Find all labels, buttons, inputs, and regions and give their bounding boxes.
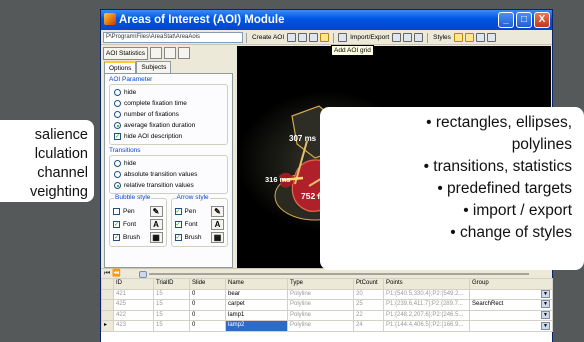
copy-icon[interactable] <box>164 47 177 59</box>
bubble-style-group: Bubble style Pen ✎ ✓ Font A ✓ Brush ▦ <box>109 194 167 247</box>
save-icon[interactable] <box>178 47 191 59</box>
fixation-label: 307 ms <box>289 134 317 143</box>
bubble-font-button[interactable]: A <box>149 219 163 230</box>
column-header[interactable]: Group <box>469 278 553 290</box>
tooltip: Add AOI grid <box>331 45 374 56</box>
font-style-icon[interactable] <box>475 33 485 42</box>
callout-line: • change of styles <box>450 224 572 241</box>
tab-subjects[interactable]: Subjects <box>136 61 172 73</box>
left-callout: salience lculation channel veighting <box>0 120 94 202</box>
close-button[interactable]: X <box>534 12 550 28</box>
column-header[interactable]: TrialID <box>153 278 190 290</box>
table-row[interactable]: 422 15 0 lamp1 Polyline 22 P1:{248.2,207… <box>101 309 553 321</box>
transitions-group: hide absolute transition values relative… <box>109 155 228 194</box>
radio-average-fixation-duration[interactable]: average fixation duration <box>114 120 223 131</box>
column-header[interactable]: ID <box>113 278 154 290</box>
left-callout-line: salience <box>34 127 88 143</box>
callout-line: • import / export <box>463 202 572 219</box>
left-callout-line: veighting <box>29 184 88 200</box>
pen-icon[interactable] <box>392 33 402 42</box>
column-header[interactable]: Type <box>287 278 354 290</box>
group-title: Bubble style <box>114 194 152 201</box>
bubble-pen-button[interactable]: ✎ <box>149 206 163 217</box>
arrow-brush-button[interactable]: ▦ <box>211 232 224 243</box>
aoi-grid-icon[interactable] <box>320 33 330 42</box>
table-row[interactable]: ▸ 423 15 0 lamp2 Polyline 24 P1:{144.4,4… <box>101 320 553 332</box>
import-export-button[interactable]: Import/Export <box>348 32 391 43</box>
title-bar[interactable]: Areas of Interest (AOI) Module _ □ X <box>101 10 552 30</box>
copy-icon[interactable] <box>403 33 413 42</box>
scroll-thumb[interactable] <box>139 271 147 278</box>
left-callout-line: lculation <box>34 146 88 162</box>
callout-line: • rectangles, ellipses, <box>426 114 572 131</box>
callout-line: • transitions, statistics <box>423 158 572 175</box>
arrow-font-button[interactable]: A <box>211 219 224 230</box>
options-tab-page: AOI Parameter hide complete fixation tim… <box>104 73 233 268</box>
tab-options[interactable]: Options <box>104 61 137 73</box>
toolbar: P\Program\Files\AreaStat\AreaAois Create… <box>101 31 552 45</box>
minimize-button[interactable]: _ <box>498 12 514 28</box>
bubble-brush-button[interactable]: ▦ <box>149 232 163 243</box>
create-aoi-button[interactable]: Create AOI <box>250 32 286 43</box>
polyline-icon[interactable] <box>309 33 319 42</box>
table-row[interactable]: 421 15 0 bear Polyline 20 P1:{540.5,330.… <box>101 288 553 300</box>
aoi-table: ID TrialID Slide Name Type PtCount Point… <box>101 278 553 342</box>
help-icon[interactable] <box>486 33 496 42</box>
group-title: Arrow style <box>175 194 210 201</box>
delete-icon[interactable] <box>414 33 424 42</box>
table-row[interactable]: 425 15 0 carpet Polyline 25 P1:{239.6,41… <box>101 299 553 311</box>
radio-complete-fixation-time[interactable]: complete fixation time <box>114 98 223 109</box>
options-panel: AOI Statistics Options Subjects AOI Para… <box>101 46 236 268</box>
style-palette-icon[interactable] <box>453 33 463 42</box>
maximize-button[interactable]: □ <box>516 12 532 28</box>
style-fill-icon[interactable] <box>464 33 474 42</box>
path-field[interactable]: P\Program\Files\AreaStat\AreaAois <box>103 32 243 43</box>
fixation-label: 316 ms <box>265 175 290 184</box>
aoi-parameter-group: hide complete fixation time number of fi… <box>109 84 228 145</box>
group-title: AOI Parameter <box>109 76 153 83</box>
callout-line: polylines <box>511 136 572 153</box>
ellipse-icon[interactable] <box>298 33 308 42</box>
group-dropdown-icon[interactable]: ▼ <box>541 311 550 320</box>
column-header[interactable]: Slide <box>189 278 226 290</box>
slide: salience lculation channel veighting Are… <box>0 0 584 342</box>
radio-number-of-fixations[interactable]: number of fixations <box>114 109 223 120</box>
group-dropdown-icon[interactable]: ▼ <box>541 321 550 330</box>
rectangle-icon[interactable] <box>287 33 297 42</box>
group-title: Transitions <box>109 147 141 154</box>
group-dropdown-icon[interactable]: ▼ <box>541 290 550 299</box>
window-title: Areas of Interest (AOI) Module <box>119 14 285 26</box>
left-callout-line: channel <box>37 165 88 181</box>
radio-transitions-hide[interactable]: hide <box>114 158 223 169</box>
arrow-style-group: Arrow style ✓ Pen ✎ ✓ Font A ✓ Brush ▦ <box>170 194 228 247</box>
column-header[interactable]: PtCount <box>353 278 384 290</box>
radio-hide[interactable]: hide <box>114 87 223 98</box>
group-dropdown-icon[interactable]: ▼ <box>541 300 550 309</box>
checkbox-hide-aoi-description[interactable]: ✓ hide AOI description <box>114 131 223 142</box>
radio-absolute-transition-values[interactable]: absolute transition values <box>114 169 223 180</box>
column-header[interactable]: Name <box>225 278 288 290</box>
check-icon[interactable] <box>338 33 348 42</box>
feature-callout: • rectangles, ellipses, polylines • tran… <box>320 107 584 270</box>
aoi-statistics-button[interactable]: AOI Statistics <box>103 46 149 60</box>
chart-icon[interactable] <box>150 47 163 59</box>
column-header[interactable]: Points <box>383 278 470 290</box>
styles-button[interactable]: Styles <box>431 32 453 43</box>
callout-line: • predefined targets <box>437 180 572 197</box>
radio-relative-transition-values[interactable]: relative transition values <box>114 180 223 191</box>
app-icon <box>104 13 116 25</box>
arrow-pen-button[interactable]: ✎ <box>211 206 224 217</box>
